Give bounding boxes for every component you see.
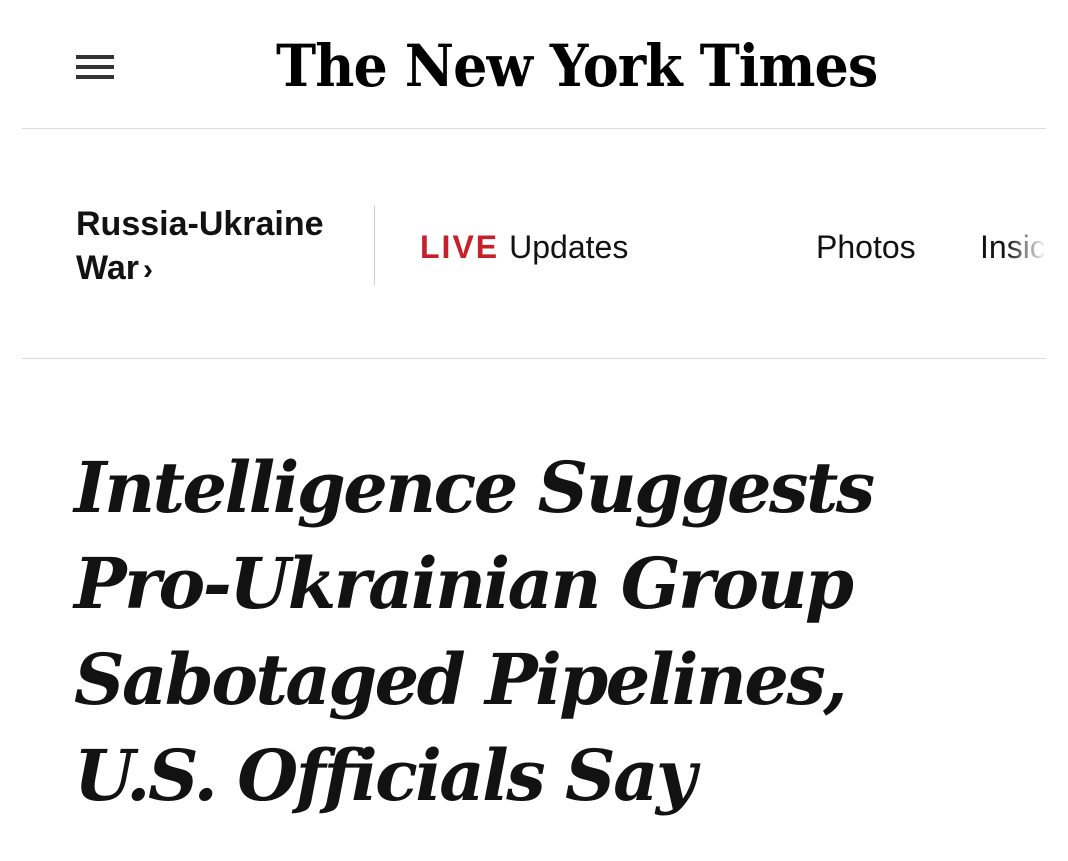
nyt-logo[interactable]: The New York Times [276,30,878,102]
menu-button[interactable] [72,50,118,84]
section-label: Russia-Ukraine War [76,205,324,287]
section-link-russia-ukraine-war[interactable]: Russia-Ukraine War › [76,202,356,292]
nav-item-label: Photos [816,229,916,265]
nav-item-live-updates[interactable]: LIVE Updates [420,225,628,269]
nav-item-photos[interactable]: Photos [816,225,916,269]
hamburger-menu-icon [72,50,118,84]
nav-bottom-divider [22,358,1046,359]
nav-item-inside[interactable]: Insic [980,225,1046,269]
live-badge: LIVE [420,229,500,265]
nav-divider [374,205,375,285]
nav-item-label: Updates [509,229,629,265]
nav-item-label: Insic [980,229,1046,265]
section-nav: Russia-Ukraine War › LIVE Updates Photos I… [0,129,1068,358]
masthead: The New York Times [0,0,1068,128]
article-headline: Intelligence Suggests Pro-Ukrainian Grou… [74,446,875,817]
chevron-right-icon: › [142,253,153,286]
section-nav-items: LIVE Updates Photos Insic [420,225,1046,269]
